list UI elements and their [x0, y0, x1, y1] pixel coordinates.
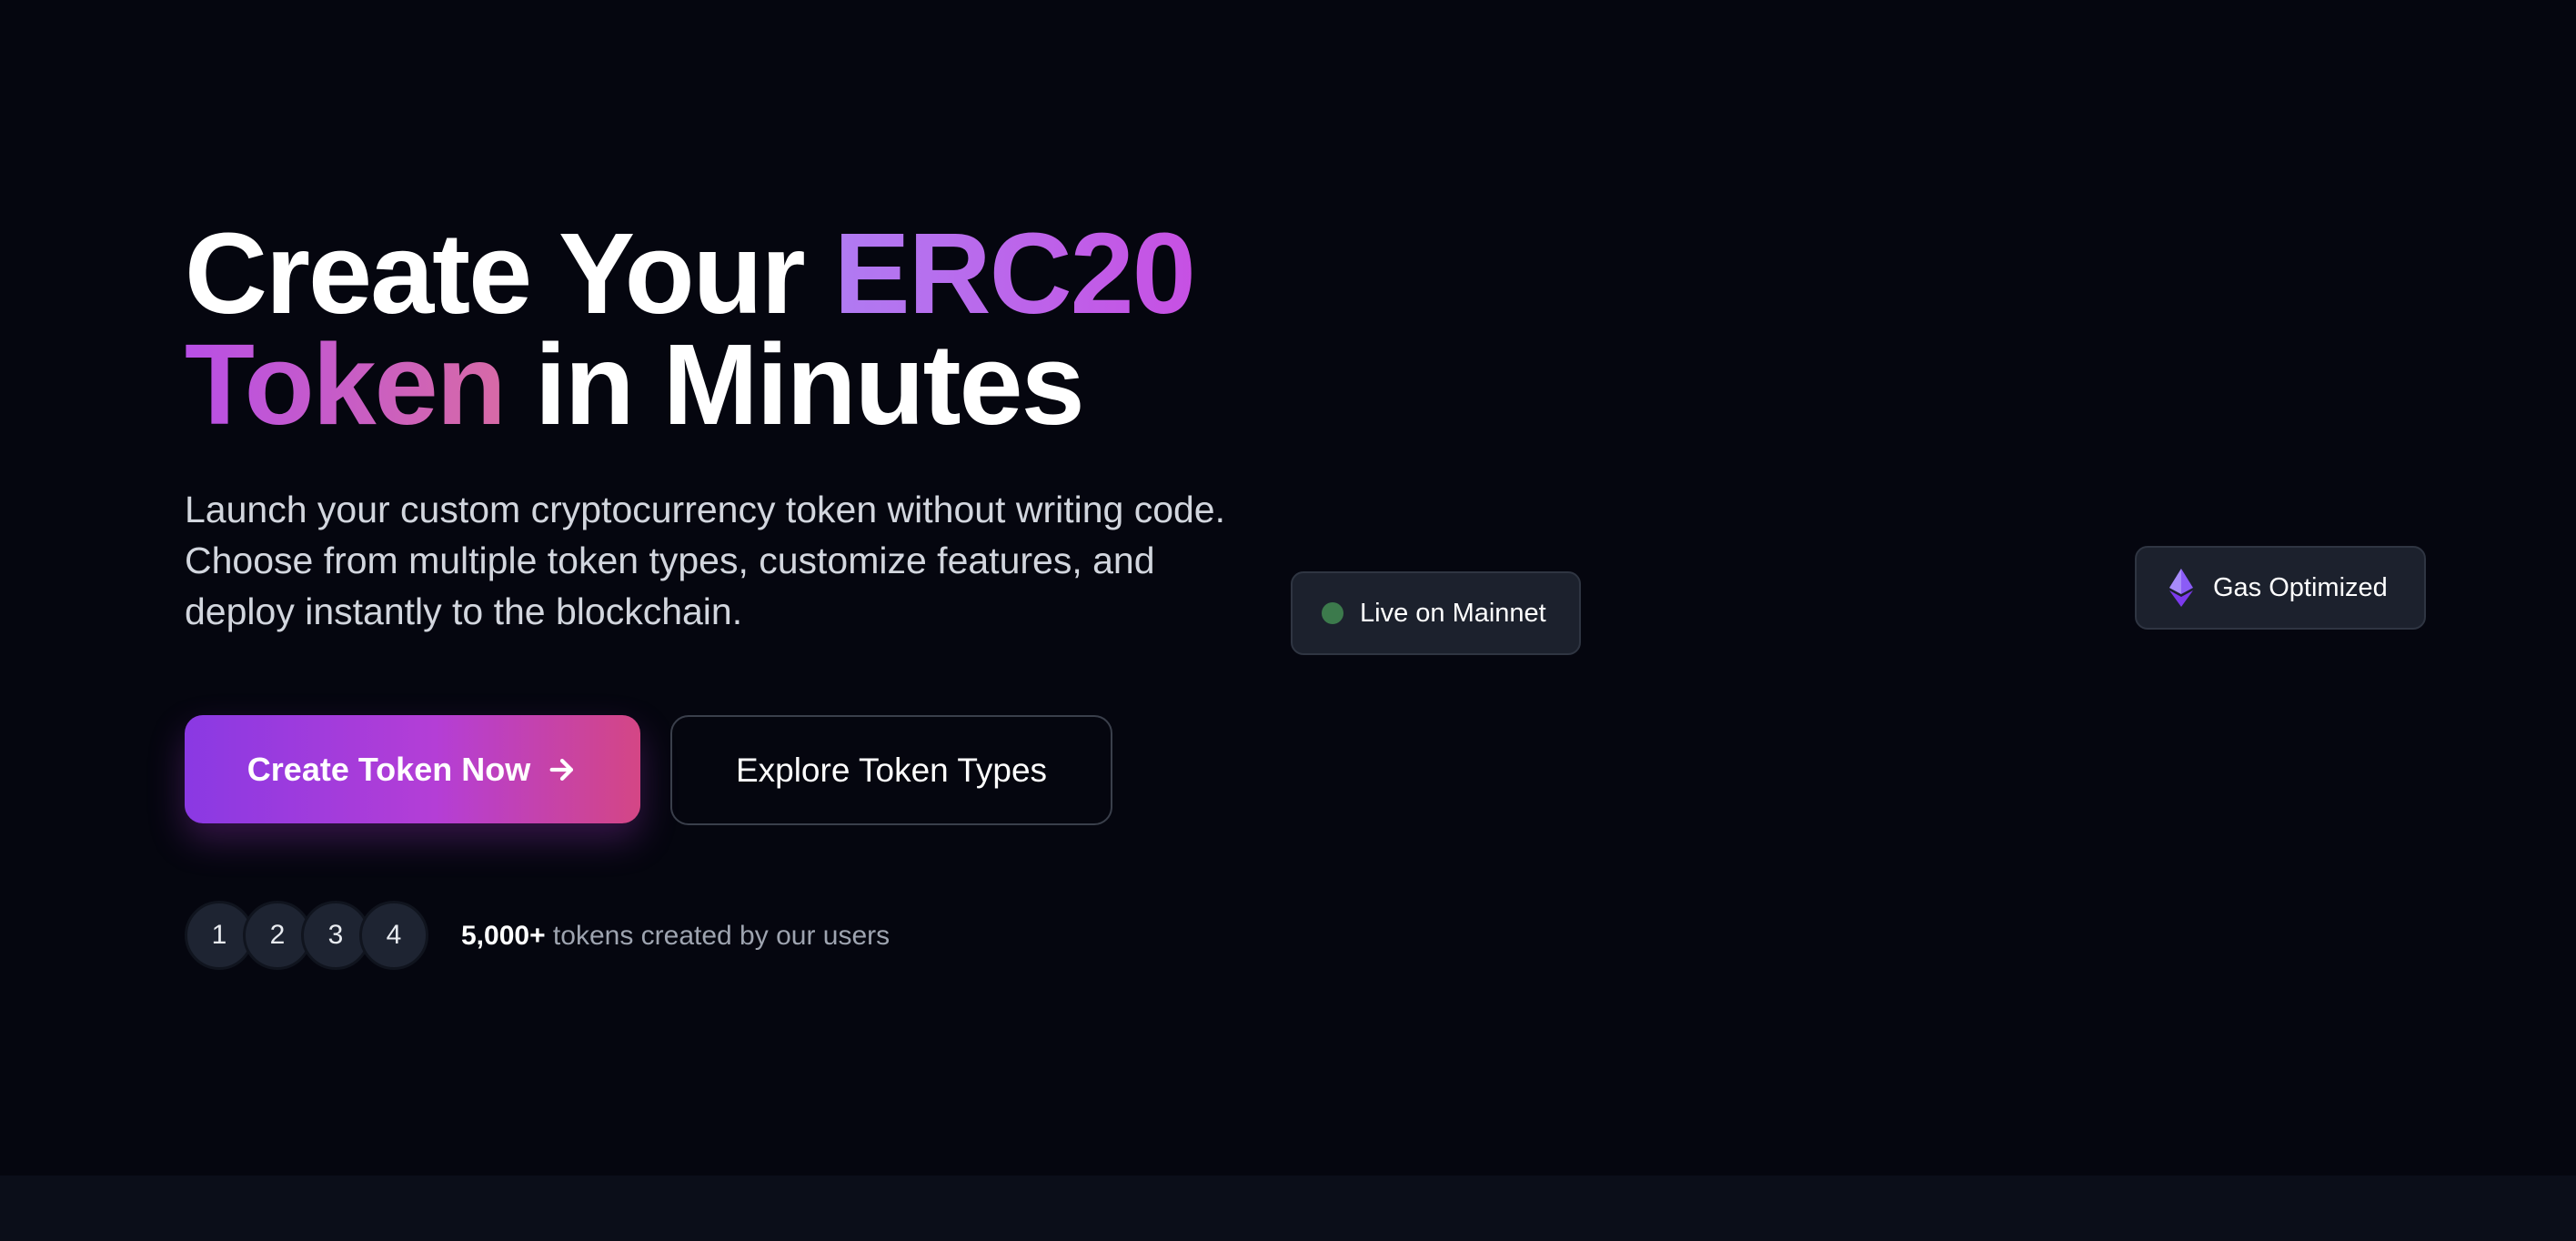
- headline-line-2: Token in Minutes: [185, 328, 1194, 442]
- hero-section: Create Your ERC20 Token in Minutes Launc…: [0, 0, 2576, 1175]
- status-dot-icon: [1322, 602, 1343, 624]
- create-token-now-button[interactable]: Create Token Now: [185, 715, 640, 823]
- headline-text-in-minutes: in Minutes: [504, 320, 1085, 449]
- create-token-now-label: Create Token Now: [247, 750, 531, 788]
- explore-token-types-button[interactable]: Explore Token Types: [670, 715, 1112, 825]
- arrow-right-icon: [549, 758, 574, 781]
- hero-headline: Create Your ERC20 Token in Minutes: [185, 217, 1196, 442]
- avatar: 4: [359, 901, 428, 970]
- user-avatar-stack: 1 2 3 4: [185, 901, 448, 974]
- headline-highlight-token: Token: [185, 320, 507, 449]
- tokens-created-text: tokens created by our users: [545, 921, 891, 951]
- live-on-mainnet-badge: Live on Mainnet: [1291, 571, 1581, 655]
- headline-line-1: Create Your ERC20: [185, 217, 1196, 331]
- live-on-mainnet-label: Live on Mainnet: [1360, 598, 1546, 628]
- gas-optimized-label: Gas Optimized: [2213, 572, 2388, 602]
- headline-text-create-your: Create Your: [185, 209, 834, 338]
- explore-token-types-label: Explore Token Types: [735, 751, 1048, 789]
- gas-optimized-badge: Gas Optimized: [2135, 546, 2426, 630]
- hero-subtitle: Launch your custom cryptocurrency token …: [185, 489, 1225, 632]
- tokens-created-count: 5,000+: [461, 921, 546, 951]
- next-section-band: [0, 1175, 2576, 1241]
- ethereum-icon: [2169, 569, 2193, 607]
- headline-highlight-erc20: ERC20: [833, 209, 1196, 338]
- tokens-created-stat: 5,000+ tokens created by our users: [461, 917, 890, 955]
